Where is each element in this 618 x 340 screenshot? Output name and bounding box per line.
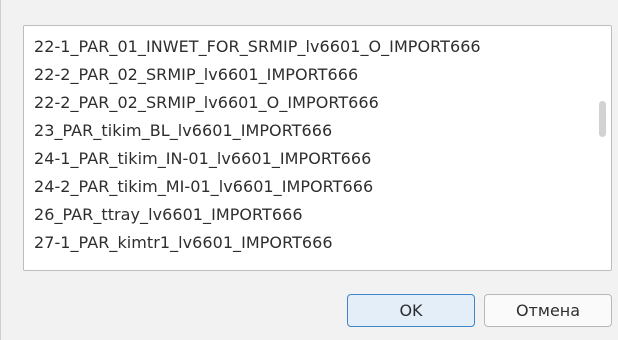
items-list[interactable]: 22-1_PAR_01_INWET_FOR_SRMIP_lv6601_O_IMP… — [23, 25, 612, 271]
list-items-container: 22-1_PAR_01_INWET_FOR_SRMIP_lv6601_O_IMP… — [34, 33, 481, 257]
list-item[interactable]: 22-2_PAR_02_SRMIP_lv6601_IMPORT666 — [34, 61, 481, 89]
cancel-button[interactable]: Отмена — [484, 294, 612, 327]
list-item[interactable]: 27-1_PAR_kimtr1_lv6601_IMPORT666 — [34, 229, 481, 257]
list-item[interactable]: 24-1_PAR_tikim_IN-01_lv6601_IMPORT666 — [34, 145, 481, 173]
list-item[interactable]: 26_PAR_ttray_lv6601_IMPORT666 — [34, 201, 481, 229]
list-item[interactable]: 22-1_PAR_01_INWET_FOR_SRMIP_lv6601_O_IMP… — [34, 33, 481, 61]
list-item[interactable]: 23_PAR_tikim_BL_lv6601_IMPORT666 — [34, 117, 481, 145]
scrollbar-thumb[interactable] — [599, 101, 606, 137]
import-dialog: 22-1_PAR_01_INWET_FOR_SRMIP_lv6601_O_IMP… — [0, 0, 618, 340]
ok-button[interactable]: OK — [347, 294, 475, 327]
list-item[interactable]: 24-2_PAR_tikim_MI-01_lv6601_IMPORT666 — [34, 173, 481, 201]
list-scrollbar[interactable] — [595, 26, 611, 270]
list-item[interactable]: 22-2_PAR_02_SRMIP_lv6601_O_IMPORT666 — [34, 89, 481, 117]
